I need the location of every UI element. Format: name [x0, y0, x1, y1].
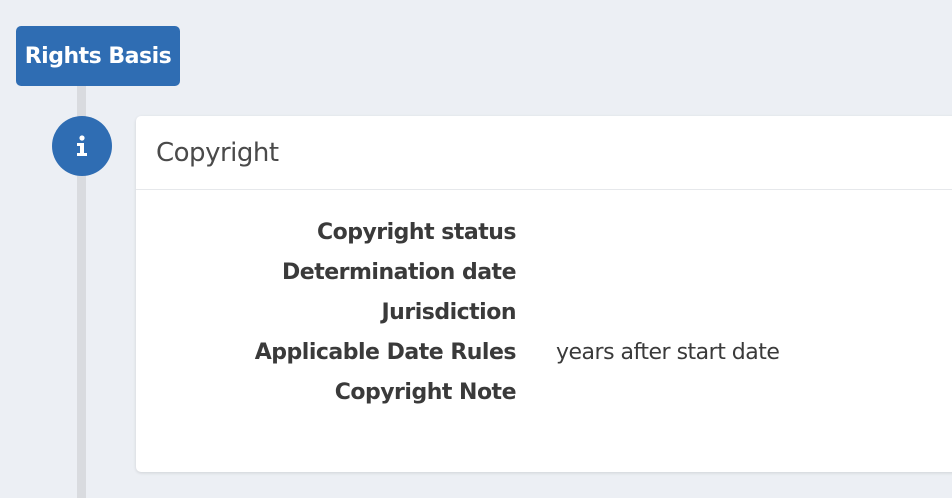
field-label: Determination date: [282, 260, 516, 285]
field-label: Copyright status: [316, 220, 517, 245]
card-title: Copyright: [156, 137, 279, 168]
copyright-card: Copyright Copyright status Determination…: [136, 116, 952, 472]
field-row-copyright-status: Copyright status: [136, 216, 952, 256]
field-list: Copyright status Determination date Juri…: [136, 216, 952, 416]
field-row-determination-date: Determination date: [136, 256, 952, 296]
info-icon: [77, 135, 87, 156]
rights-basis-label: Rights Basis: [16, 26, 180, 86]
card-header: Copyright: [136, 116, 952, 190]
info-badge: [52, 116, 112, 176]
field-label: Applicable Date Rules: [254, 340, 517, 365]
field-row-applicable-date-rules: Applicable Date Rules years after start …: [136, 336, 952, 376]
field-row-jurisdiction: Jurisdiction: [136, 296, 952, 336]
field-label: Jurisdiction: [381, 300, 517, 325]
rights-basis-text: Rights Basis: [24, 43, 172, 69]
field-row-copyright-note: Copyright Note: [136, 376, 952, 416]
field-label: Copyright Note: [334, 380, 517, 405]
field-value: years after start date: [556, 340, 780, 365]
